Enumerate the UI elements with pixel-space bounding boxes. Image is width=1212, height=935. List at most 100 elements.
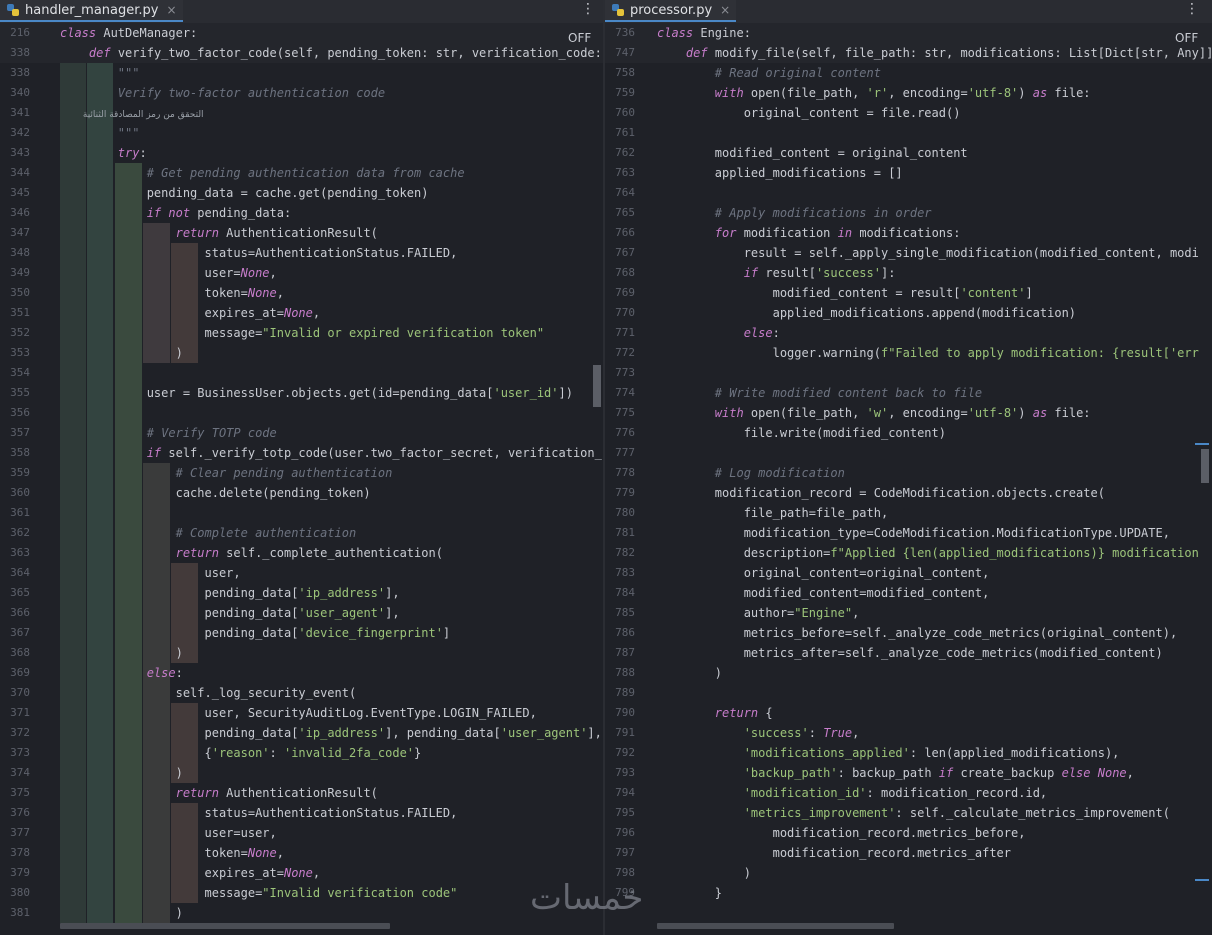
code-text[interactable]: # Read original content <box>657 63 881 83</box>
code-text[interactable]: # Apply modifications in order <box>657 203 932 223</box>
code-line[interactable]: 775 with open(file_path, 'w', encoding='… <box>605 403 1212 423</box>
code-text[interactable]: token=None, <box>60 843 284 863</box>
line-number[interactable]: 343 <box>0 143 30 163</box>
line-number[interactable]: 368 <box>0 643 30 663</box>
horizontal-scrollbar-thumb[interactable] <box>60 923 390 929</box>
sticky-scroll-line[interactable]: 736 class Engine: <box>605 23 1212 43</box>
line-number[interactable]: 736 <box>605 23 635 43</box>
line-number[interactable]: 792 <box>605 743 635 763</box>
code-text[interactable]: with open(file_path, 'r', encoding='utf-… <box>657 83 1091 103</box>
code-text[interactable]: modified_content = result['content'] <box>657 283 1033 303</box>
more-options-icon[interactable]: ⋮ <box>1185 1 1199 17</box>
line-number[interactable]: 341 <box>0 103 30 123</box>
line-number[interactable]: 366 <box>0 603 30 623</box>
code-text[interactable]: ) <box>657 663 722 683</box>
code-line[interactable]: 779 modification_record = CodeModificati… <box>605 483 1212 503</box>
line-number[interactable]: 364 <box>0 563 30 583</box>
code-text[interactable]: modification_type=CodeModification.Modif… <box>657 523 1170 543</box>
code-line[interactable]: 776 file.write(modified_content) <box>605 423 1212 443</box>
code-line[interactable]: 362 # Complete authentication <box>0 523 603 543</box>
code-line[interactable]: 370 self._log_security_event( <box>0 683 603 703</box>
line-number[interactable]: 772 <box>605 343 635 363</box>
close-tab-icon[interactable]: × <box>720 3 730 17</box>
line-number[interactable]: 778 <box>605 463 635 483</box>
left-editor-pane[interactable]: 216 class AutDeManager: 338 def verify_two… <box>0 23 603 935</box>
line-number[interactable]: 349 <box>0 263 30 283</box>
code-line[interactable]: 371 user, SecurityAuditLog.EventType.LOG… <box>0 703 603 723</box>
line-number[interactable]: 782 <box>605 543 635 563</box>
code-line[interactable]: 340 Verify two-factor authentication cod… <box>0 83 603 103</box>
line-number[interactable]: 357 <box>0 423 30 443</box>
code-text[interactable]: ) <box>60 343 183 363</box>
code-line[interactable]: 355 user = BusinessUser.objects.get(id=p… <box>0 383 603 403</box>
code-text[interactable]: modification_record.metrics_after <box>657 843 1011 863</box>
code-line[interactable]: 367 pending_data['device_fingerprint'] <box>0 623 603 643</box>
code-line[interactable]: 772 logger.warning(f"Failed to apply mod… <box>605 343 1212 363</box>
code-line[interactable]: 357 # Verify TOTP code <box>0 423 603 443</box>
code-text[interactable]: pending_data = cache.get(pending_token) <box>60 183 429 203</box>
code-text[interactable]: for modification in modifications: <box>657 223 961 243</box>
line-number[interactable]: 371 <box>0 703 30 723</box>
code-text[interactable]: pending_data['ip_address'], pending_data… <box>60 723 601 743</box>
code-text[interactable]: if self._verify_totp_code(user.two_facto… <box>60 443 603 463</box>
line-number[interactable]: 359 <box>0 463 30 483</box>
code-line[interactable]: 785 author="Engine", <box>605 603 1212 623</box>
line-number[interactable]: 796 <box>605 823 635 843</box>
code-text[interactable]: 'modifications_applied': len(applied_mod… <box>657 743 1120 763</box>
code-line[interactable]: 770 applied_modifications.append(modific… <box>605 303 1212 323</box>
code-text[interactable]: applied_modifications.append(modificatio… <box>657 303 1076 323</box>
code-text[interactable]: ) <box>60 903 183 923</box>
code-text[interactable]: return AuthenticationResult( <box>60 783 378 803</box>
code-text[interactable]: modification_record.metrics_before, <box>657 823 1026 843</box>
code-line[interactable]: 378 token=None, <box>0 843 603 863</box>
line-number[interactable]: 365 <box>0 583 30 603</box>
line-number[interactable]: 376 <box>0 803 30 823</box>
code-text[interactable]: else: <box>60 663 183 683</box>
line-number[interactable]: 358 <box>0 443 30 463</box>
more-options-icon[interactable]: ⋮ <box>581 1 595 17</box>
line-number[interactable]: 348 <box>0 243 30 263</box>
line-number[interactable]: 759 <box>605 83 635 103</box>
line-number[interactable]: 769 <box>605 283 635 303</box>
code-line[interactable]: 766 for modification in modifications: <box>605 223 1212 243</box>
line-number[interactable]: 793 <box>605 763 635 783</box>
line-number[interactable]: 375 <box>0 783 30 803</box>
code-line[interactable]: 368 ) <box>0 643 603 663</box>
code-line[interactable]: 374 ) <box>0 763 603 783</box>
code-line[interactable]: 352 message="Invalid or expired verifica… <box>0 323 603 343</box>
line-number[interactable]: 377 <box>0 823 30 843</box>
line-number[interactable]: 758 <box>605 63 635 83</box>
code-text[interactable]: original_content = file.read() <box>657 103 961 123</box>
right-editor-pane[interactable]: 736 class Engine: 747 def modify_file(self… <box>605 23 1212 935</box>
off-indicator[interactable]: OFF <box>1175 31 1198 45</box>
code-text[interactable]: status=AuthenticationStatus.FAILED, <box>60 803 457 823</box>
line-number[interactable]: 764 <box>605 183 635 203</box>
line-number[interactable]: 767 <box>605 243 635 263</box>
code-line[interactable]: 347 return AuthenticationResult( <box>0 223 603 243</box>
code-text[interactable]: ) <box>60 763 183 783</box>
code-line[interactable]: 761 <box>605 123 1212 143</box>
code-text[interactable]: message="Invalid or expired verification… <box>60 323 544 343</box>
line-number[interactable]: 789 <box>605 683 635 703</box>
code-text[interactable]: """ <box>60 123 140 143</box>
line-number[interactable]: 356 <box>0 403 30 423</box>
line-number[interactable]: 342 <box>0 123 30 143</box>
code-text[interactable]: return self._complete_authentication( <box>60 543 443 563</box>
code-line[interactable]: 799 } <box>605 883 1212 903</box>
code-text[interactable]: class Engine: <box>657 23 751 43</box>
line-number[interactable]: 760 <box>605 103 635 123</box>
line-number[interactable]: 352 <box>0 323 30 343</box>
code-line[interactable]: 780 file_path=file_path, <box>605 503 1212 523</box>
line-number[interactable]: 351 <box>0 303 30 323</box>
code-text[interactable]: try: <box>60 143 147 163</box>
sticky-scroll-line[interactable]: 338 def verify_two_factor_code(self, pen… <box>0 43 603 63</box>
line-number[interactable]: 380 <box>0 883 30 903</box>
code-line[interactable]: 377 user=user, <box>0 823 603 843</box>
code-text[interactable]: pending_data['user_agent'], <box>60 603 399 623</box>
code-line[interactable]: 342 """ <box>0 123 603 143</box>
code-line[interactable]: 356 <box>0 403 603 423</box>
code-text[interactable]: author="Engine", <box>657 603 860 623</box>
line-number[interactable]: 360 <box>0 483 30 503</box>
line-number[interactable]: 781 <box>605 523 635 543</box>
code-line[interactable]: 345 pending_data = cache.get(pending_tok… <box>0 183 603 203</box>
